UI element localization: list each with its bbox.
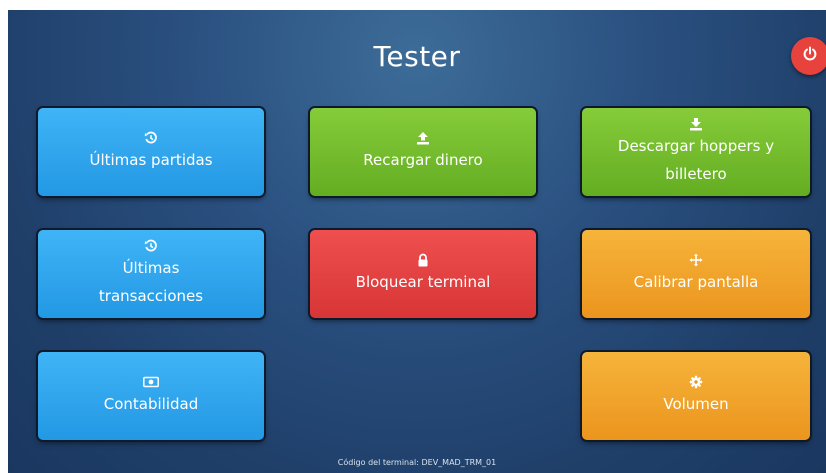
recargar-dinero-button[interactable]: Recargar dinero [310, 108, 536, 196]
ultimas-transacciones-label: Últimas transacciones [98, 259, 204, 305]
ultimas-transacciones-button[interactable]: Últimas transacciones [38, 230, 264, 318]
download-icon [689, 116, 703, 132]
lock-icon [416, 252, 430, 268]
page-title: Tester [373, 40, 461, 73]
contabilidad-label: Contabilidad [103, 395, 199, 413]
terminal-code: Código del terminal: DEV_MAD_TRM_01 [337, 458, 497, 467]
descargar-hoppers-button[interactable]: Descargar hoppers y billetero [582, 108, 810, 196]
volumen-button[interactable]: Volumen [582, 352, 810, 440]
volumen-label: Volumen [663, 395, 729, 413]
history-icon [144, 238, 158, 254]
power-button[interactable] [791, 37, 826, 75]
upload-icon [416, 130, 430, 146]
ultimas-partidas-button[interactable]: Últimas partidas [38, 108, 264, 196]
calibrar-pantalla-button[interactable]: Calibrar pantalla [582, 230, 810, 318]
bloquear-terminal-label: Bloquear terminal [355, 273, 491, 291]
gear-icon [689, 374, 703, 390]
tester-screen: Tester Últimas partidas Recargar dinero … [8, 10, 826, 473]
ultimas-partidas-label: Últimas partidas [89, 151, 213, 169]
calibrar-pantalla-label: Calibrar pantalla [633, 273, 759, 291]
banknote-icon [143, 374, 159, 390]
recargar-dinero-label: Recargar dinero [363, 151, 483, 169]
contabilidad-button[interactable]: Contabilidad [38, 352, 264, 440]
bloquear-terminal-button[interactable]: Bloquear terminal [310, 230, 536, 318]
descargar-hoppers-label: Descargar hoppers y billetero [617, 137, 775, 183]
history-icon [144, 130, 158, 146]
power-icon [802, 46, 818, 66]
move-arrows-icon [689, 252, 703, 268]
